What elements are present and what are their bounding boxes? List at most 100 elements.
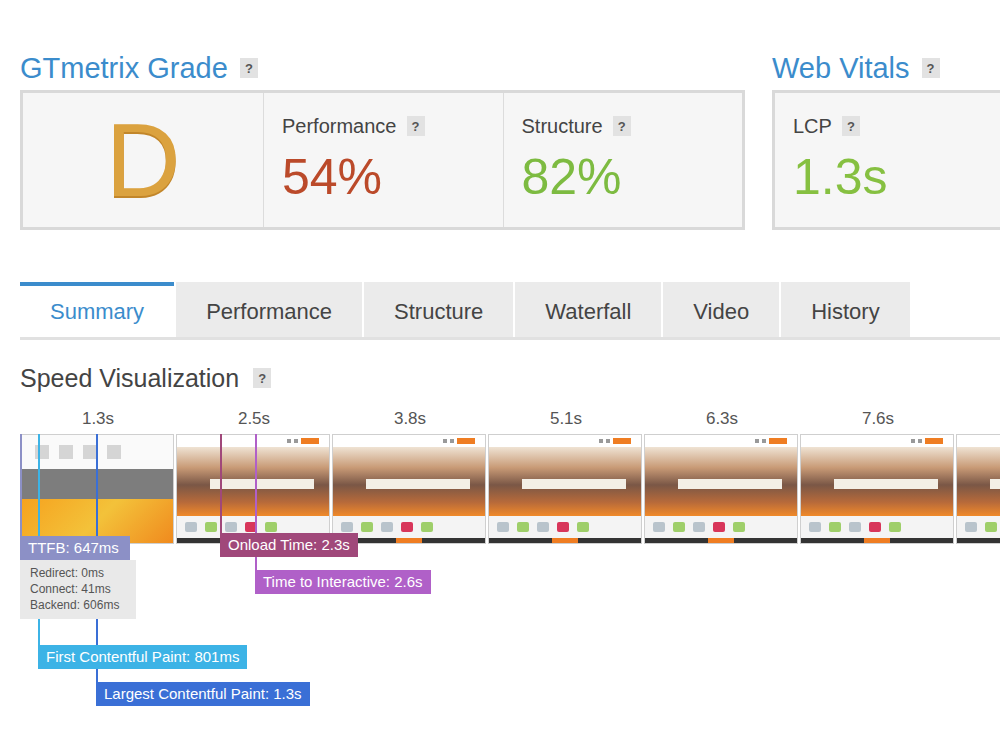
frame-logos [957,516,1000,538]
help-button[interactable]: ? [922,58,940,78]
frame-image [489,447,641,516]
logo-block [401,522,413,532]
nav-dot [918,439,922,443]
metric-value: 82% [522,147,725,207]
grade-box: D Performance? 54% Structure? 82% [20,90,745,230]
filmstrip: TTFB: 647msRedirect: 0msConnect: 41msBac… [20,434,1000,724]
marker-label: First Contentful Paint: 801ms [38,645,247,669]
logo-block [225,522,237,532]
metric-label: Performance? [282,113,485,139]
marker-label: Time to Interactive: 2.6s [255,570,431,594]
filmstrip-frame[interactable] [488,434,642,544]
logo-block [693,522,705,532]
filmstrip-frames [20,434,1000,544]
footer-bar [552,538,578,543]
logo-block [965,522,977,532]
tab[interactable]: Summary [20,282,174,337]
marker-label: Largest Contentful Paint: 1.3s [96,682,310,706]
logo-block [829,522,841,532]
header-button [613,438,631,444]
footer-bar [864,538,890,543]
nav-dot [599,439,603,443]
timeline-tick: 7.6s [800,408,956,430]
frame-image [177,447,329,516]
help-button[interactable]: ? [407,116,425,136]
logo-block [577,522,589,532]
header-button [769,438,787,444]
logo-block [653,522,665,532]
footer-bar [396,538,422,543]
metric-label: LCP? [793,113,1000,139]
help-button[interactable]: ? [240,58,258,78]
frame-banner [522,479,625,489]
filmstrip-frame[interactable] [956,434,1000,544]
marker-label: Onload Time: 2.3s [220,533,358,557]
tab-label[interactable]: Summary [50,295,144,328]
marker-line [20,434,22,536]
tab-label[interactable]: Performance [206,295,332,328]
section-title: Speed Visualization? [20,362,1000,394]
tab-label[interactable]: Structure [394,295,483,328]
tab[interactable]: History [781,282,909,337]
help-button[interactable]: ? [253,368,271,388]
filmstrip-frame[interactable] [800,434,954,544]
timeline-tick: 1.3s [20,408,176,430]
metric-label: Structure? [522,113,725,139]
web-vitals-section: Web Vitals?LCP?1.3s [772,50,1000,230]
frame-logos [801,516,953,538]
grade-letter: D [105,108,180,212]
report-page: GTmetrix Grade?DPerformance?54%Structure… [0,0,1000,724]
metric-name: LCP [793,113,832,139]
logo-block [537,522,549,532]
metric-value: 1.3s [793,147,1000,207]
help-button[interactable]: ? [613,116,631,136]
title-text: Web Vitals [772,50,910,86]
nav-dot [443,439,447,443]
marker-label: TTFB: 647ms [20,536,130,560]
frame-header [801,435,953,447]
logo-block [517,522,529,532]
logo-block [421,522,433,532]
filmstrip-frame[interactable] [176,434,330,544]
logo-block [185,522,197,532]
frame-banner [210,479,313,489]
metric-value: 54% [282,147,485,207]
logo-block [205,522,217,532]
frame-header [333,435,485,447]
logo-block [733,522,745,532]
filmstrip-frame[interactable] [644,434,798,544]
tab-label[interactable]: Video [693,295,749,328]
frame-image [957,447,1000,516]
tab[interactable]: Performance [176,282,362,337]
logo-block [265,522,277,532]
tab-label[interactable]: Waterfall [545,295,631,328]
tab[interactable]: Waterfall [515,282,661,337]
timeline-tick: 3.8s [332,408,488,430]
placeholder-block [107,445,121,459]
tab[interactable]: Structure [364,282,513,337]
timeline-ticks: 1.3s2.5s3.8s5.1s6.3s7.6s [20,408,1000,430]
tab[interactable]: Video [663,282,779,337]
logo-block [869,522,881,532]
metric-name: Performance [282,113,397,139]
tab-label[interactable]: History [811,295,879,328]
logo-block [341,522,353,532]
logo-block [889,522,901,532]
logo-block [673,522,685,532]
grade-section: GTmetrix Grade?DPerformance?54%Structure… [20,50,745,230]
logo-block [361,522,373,532]
filmstrip-frame[interactable] [332,434,486,544]
detail-line: Connect: 41ms [30,581,126,597]
frame-logos [645,516,797,538]
report-tabs: Summary Performance Structure Waterfall Vide… [20,282,1000,340]
timeline-tick: 6.3s [644,408,800,430]
frame-header [645,435,797,447]
frame-banner [366,479,469,489]
logo-block [985,522,997,532]
metric-name: Structure [522,113,603,139]
web-vitals-box: LCP? 1.3s [772,90,1000,230]
timeline-tick: 5.1s [488,408,644,430]
help-button[interactable]: ? [842,116,860,136]
detail-line: Redirect: 0ms [30,565,126,581]
frame-header [177,435,329,447]
